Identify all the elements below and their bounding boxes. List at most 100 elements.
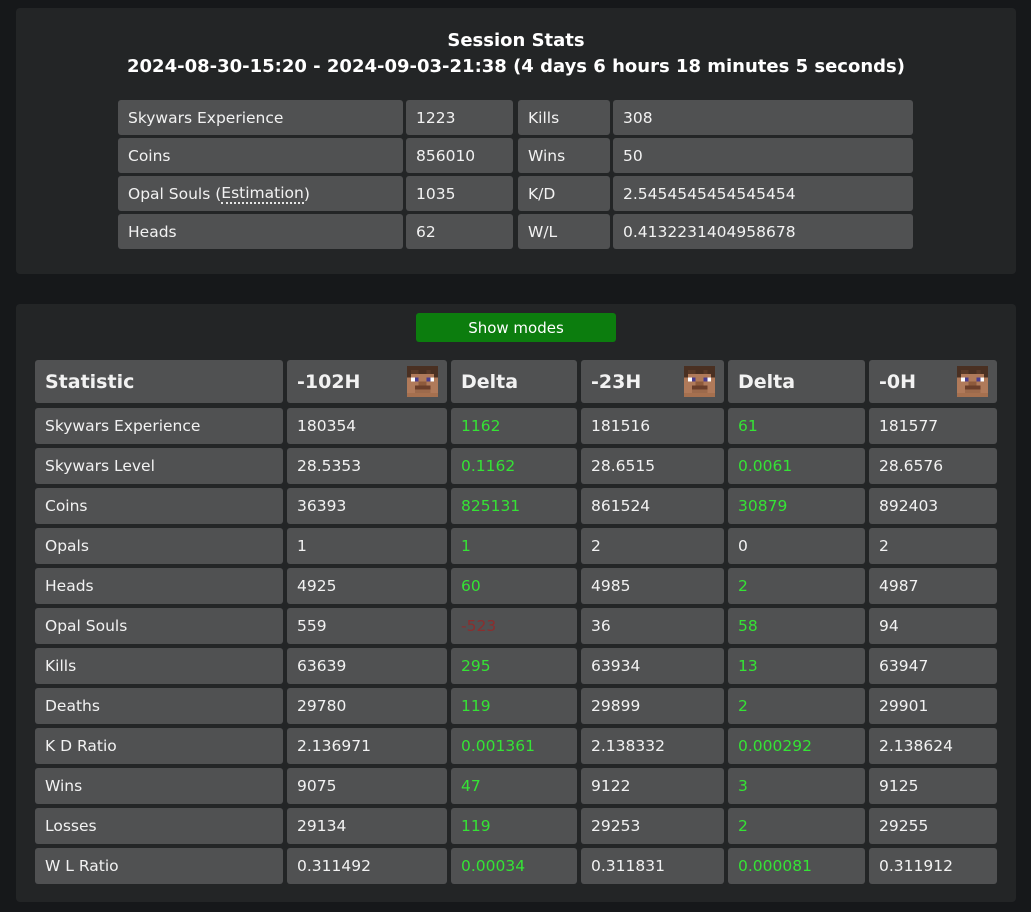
table-cell-delta-1: 0.1162 [451,448,577,484]
table-cell-delta-1: 60 [451,568,577,604]
column-header-label: Delta [738,370,796,393]
table-cell-delta-2: 0.000081 [728,848,865,884]
table-cell-delta-1: 119 [451,808,577,844]
table-cell-minus-0h: 181577 [869,408,997,444]
session-value-coins: 856010 [406,138,513,173]
table-cell-minus-23h: 29899 [581,688,724,724]
table-cell-minus-0h: 29901 [869,688,997,724]
player-head-icon [407,366,438,397]
table-cell-minus-23h: 29253 [581,808,724,844]
table-cell-delta-2: 0.0061 [728,448,865,484]
table-row-label: Deaths [35,688,283,724]
column-header-label: Delta [461,370,519,393]
session-value-opal-souls: 1035 [406,176,513,211]
table-cell-minus-102h: 0.311492 [287,848,447,884]
opal-souls-suffix: ) [303,184,310,203]
table-cell-minus-0h: 0.311912 [869,848,997,884]
table-cell-minus-102h: 1 [287,528,447,564]
comparison-panel: Show modes Statistic -102H Delta -23H Delta -… [16,304,1016,902]
table-cell-minus-0h: 892403 [869,488,997,524]
column-header-label: -102H [297,370,361,393]
table-cell-delta-1: 0.001361 [451,728,577,764]
table-cell-delta-1: 1 [451,528,577,564]
column-header-label: Statistic [45,370,135,393]
column-header-label: -0H [879,370,917,393]
player-head-icon [957,366,988,397]
player-head-icon [684,366,715,397]
table-cell-minus-0h: 28.6576 [869,448,997,484]
table-cell-delta-1: 825131 [451,488,577,524]
table-cell-delta-1: 47 [451,768,577,804]
table-cell-delta-2: 2 [728,688,865,724]
table-row-label: W L Ratio [35,848,283,884]
table-cell-delta-1: 119 [451,688,577,724]
table-cell-delta-2: 0 [728,528,865,564]
table-cell-minus-23h: 861524 [581,488,724,524]
session-value-skywars-experience: 1223 [406,100,513,135]
table-cell-delta-2: 2 [728,808,865,844]
table-cell-minus-0h: 63947 [869,648,997,684]
opal-souls-prefix: Opal Souls ( [128,184,222,203]
table-cell-delta-1: 0.00034 [451,848,577,884]
column-header-minus-102h: -102H [287,360,447,403]
table-row-label: Skywars Level [35,448,283,484]
table-cell-minus-102h: 63639 [287,648,447,684]
table-row-label: Losses [35,808,283,844]
table-cell-minus-0h: 29255 [869,808,997,844]
table-row-label: K D Ratio [35,728,283,764]
session-stats-panel: Session Stats 2024-08-30-15:20 - 2024-09… [16,8,1016,274]
table-cell-minus-102h: 180354 [287,408,447,444]
table-row-label: Heads [35,568,283,604]
session-range: 2024-08-30-15:20 - 2024-09-03-21:38 (4 d… [127,56,905,77]
session-value-wins: 50 [613,138,913,173]
column-header-minus-0h: -0H [869,360,997,403]
column-header-statistic: Statistic [35,360,283,403]
table-row-label: Opal Souls [35,608,283,644]
table-cell-minus-0h: 2.138624 [869,728,997,764]
estimation-abbr[interactable]: Estimation [221,184,304,204]
table-cell-minus-102h: 29780 [287,688,447,724]
table-cell-minus-102h: 9075 [287,768,447,804]
table-cell-delta-1: 295 [451,648,577,684]
column-header-minus-23h: -23H [581,360,724,403]
table-row-label: Wins [35,768,283,804]
session-value-wl: 0.4132231404958678 [613,214,913,249]
session-value-kd: 2.5454545454545454 [613,176,913,211]
table-cell-minus-23h: 2.138332 [581,728,724,764]
table-cell-minus-102h: 2.136971 [287,728,447,764]
table-cell-minus-23h: 36 [581,608,724,644]
table-cell-minus-102h: 559 [287,608,447,644]
table-cell-delta-2: 61 [728,408,865,444]
table-cell-delta-2: 13 [728,648,865,684]
table-cell-minus-0h: 4987 [869,568,997,604]
column-header-delta-1: Delta [451,360,577,403]
table-cell-delta-2: 2 [728,568,865,604]
session-label-kills: Kills [518,100,610,135]
table-cell-delta-2: 58 [728,608,865,644]
table-cell-minus-102h: 29134 [287,808,447,844]
session-label-opal-souls: Opal Souls (Estimation) [118,176,403,211]
table-row-label: Kills [35,648,283,684]
table-cell-delta-1: -523 [451,608,577,644]
table-cell-minus-23h: 181516 [581,408,724,444]
table-cell-delta-2: 3 [728,768,865,804]
table-cell-minus-23h: 4985 [581,568,724,604]
table-cell-minus-102h: 36393 [287,488,447,524]
column-header-label: -23H [591,370,642,393]
session-label-kd: K/D [518,176,610,211]
session-label-heads: Heads [118,214,403,249]
session-value-heads: 62 [406,214,513,249]
table-row-label: Skywars Experience [35,408,283,444]
table-cell-delta-2: 0.000292 [728,728,865,764]
table-cell-delta-2: 30879 [728,488,865,524]
table-cell-minus-23h: 63934 [581,648,724,684]
table-cell-minus-102h: 4925 [287,568,447,604]
session-value-kills: 308 [613,100,913,135]
session-label-wl: W/L [518,214,610,249]
session-title: Session Stats [447,30,585,51]
table-row-label: Coins [35,488,283,524]
table-cell-minus-102h: 28.5353 [287,448,447,484]
table-cell-minus-23h: 2 [581,528,724,564]
show-modes-button[interactable]: Show modes [416,313,616,342]
table-cell-minus-0h: 2 [869,528,997,564]
